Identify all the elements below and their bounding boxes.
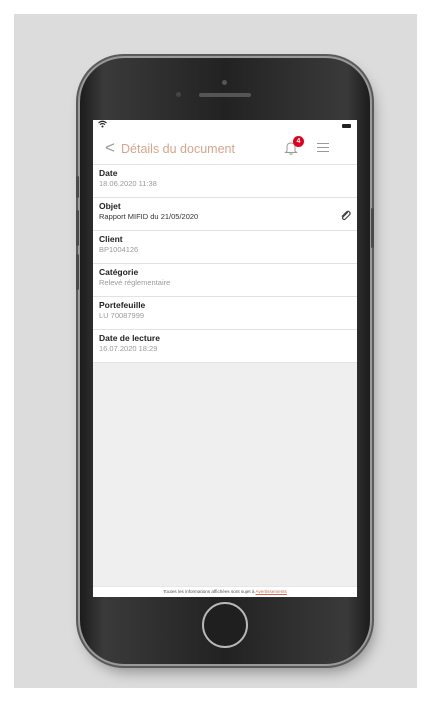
detail-value: BP1004126 bbox=[99, 245, 139, 254]
detail-label: Date de lecture bbox=[99, 333, 160, 343]
phone-screen: < Détails du document 4 Date 18.06.2020 … bbox=[93, 120, 357, 597]
disclaimer-link[interactable]: Avertissements bbox=[256, 589, 287, 594]
paperclip-icon[interactable] bbox=[340, 208, 351, 221]
detail-value: 18.06.2020 11:38 bbox=[99, 179, 157, 188]
detail-row-date-de-lecture: Date de lecture 16.07.2020 18:29 bbox=[93, 330, 357, 363]
detail-value: LU 70087999 bbox=[99, 311, 145, 320]
detail-label: Portefeuille bbox=[99, 300, 146, 310]
back-button[interactable]: < bbox=[105, 138, 115, 158]
detail-row-date: Date 18.06.2020 11:38 bbox=[93, 165, 357, 198]
earpiece-speaker bbox=[199, 93, 251, 97]
detail-row-categorie: Catégorie Relevé réglementaire bbox=[93, 264, 357, 297]
document-details-list: Date 18.06.2020 11:38 Objet Rapport MIFI… bbox=[93, 165, 357, 363]
detail-value: Rapport MIFID du 21/05/2020 bbox=[99, 212, 199, 221]
detail-row-client: Client BP1004126 bbox=[93, 231, 357, 264]
phone-frame: < Détails du document 4 Date 18.06.2020 … bbox=[76, 58, 374, 664]
disclaimer-text: Toutes les informations affichées sont s… bbox=[163, 589, 255, 594]
status-bar bbox=[93, 120, 357, 132]
battery-icon bbox=[342, 124, 351, 128]
front-camera bbox=[222, 80, 227, 85]
hamburger-menu-icon[interactable] bbox=[317, 143, 329, 153]
detail-value: Relevé réglementaire bbox=[99, 278, 171, 287]
home-button[interactable] bbox=[202, 602, 248, 648]
detail-label: Objet bbox=[99, 201, 121, 211]
navigation-bar: < Détails du document 4 bbox=[93, 132, 357, 165]
volume-up-button bbox=[76, 210, 79, 246]
detail-label: Catégorie bbox=[99, 267, 139, 277]
detail-row-objet[interactable]: Objet Rapport MIFID du 21/05/2020 bbox=[93, 198, 357, 231]
detail-value: 16.07.2020 18:29 bbox=[99, 344, 158, 353]
volume-down-button bbox=[76, 254, 79, 290]
disclaimer-footer: Toutes les informations affichées sont s… bbox=[93, 586, 357, 597]
page-title: Détails du document bbox=[121, 142, 235, 156]
wifi-icon bbox=[98, 120, 107, 130]
detail-row-portefeuille: Portefeuille LU 70087999 bbox=[93, 297, 357, 330]
proximity-sensor bbox=[176, 92, 181, 97]
notification-badge: 4 bbox=[293, 136, 304, 147]
mute-switch bbox=[76, 176, 79, 198]
detail-label: Client bbox=[99, 234, 123, 244]
detail-label: Date bbox=[99, 168, 118, 178]
power-button bbox=[371, 208, 374, 248]
